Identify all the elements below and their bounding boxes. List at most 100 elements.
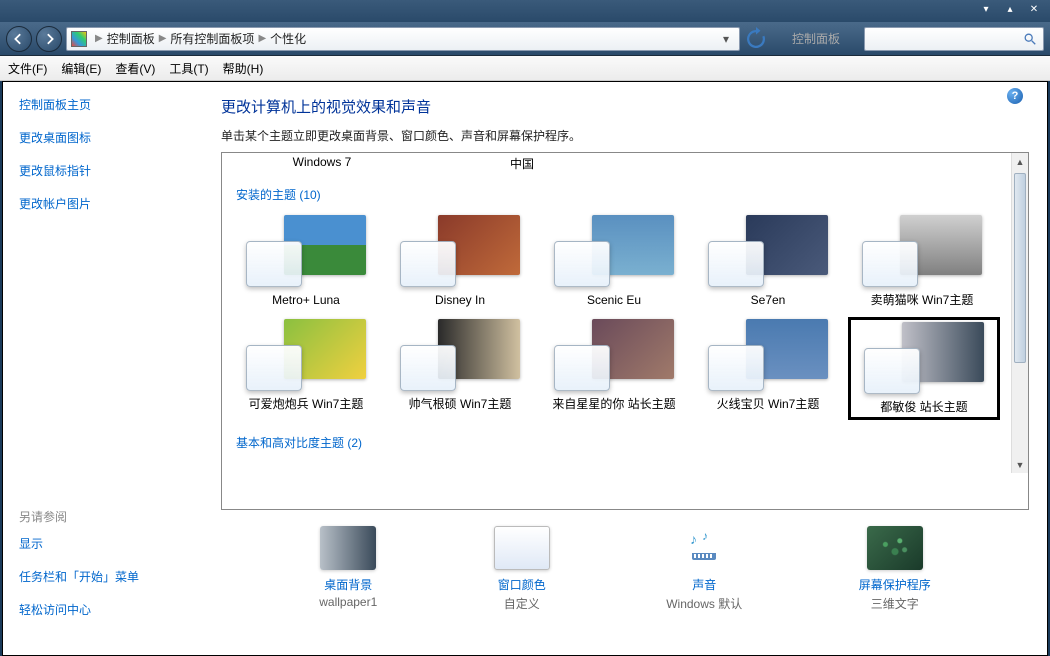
window-color-button[interactable]: 窗口颜色 自定义	[494, 526, 550, 612]
theme-preview	[554, 319, 674, 391]
scroll-thumb[interactable]	[1014, 173, 1026, 363]
theme-preview	[554, 215, 674, 287]
theme-label: Metro+ Luna	[272, 293, 340, 309]
scroll-up-arrow[interactable]: ▲	[1012, 153, 1028, 170]
theme-window-thumb	[554, 241, 610, 287]
svg-text:♪: ♪	[702, 529, 708, 543]
chevron-right-icon: ▶	[91, 33, 107, 44]
theme-preview	[862, 215, 982, 287]
sound-title: 声音	[692, 576, 716, 593]
theme-header-row: Windows 7 中国	[222, 153, 1028, 176]
sound-icon: ♪♪	[676, 526, 732, 570]
refresh-button[interactable]	[744, 27, 768, 51]
theme-item[interactable]: Metro+ Luna	[232, 213, 380, 311]
desktop-background-value: wallpaper1	[319, 595, 377, 609]
theme-item[interactable]: Scenic Eu	[540, 213, 688, 311]
chevron-right-icon: ▶	[155, 33, 171, 44]
screensaver-icon	[867, 526, 923, 570]
theme-window-thumb	[708, 241, 764, 287]
forward-button[interactable]	[36, 26, 62, 52]
theme-label: 可爱炮炮兵 Win7主题	[249, 397, 364, 413]
desktop-background-title: 桌面背景	[324, 576, 372, 593]
window-color-icon	[494, 526, 550, 570]
vertical-scrollbar[interactable]: ▲ ▼	[1011, 153, 1028, 473]
installed-themes-section: 安装的主题 (10)	[236, 186, 1018, 203]
theme-window-thumb	[246, 345, 302, 391]
theme-item[interactable]: 都敏俊 站长主题	[848, 317, 1000, 421]
svg-text:♪: ♪	[690, 531, 697, 547]
titlebar: ▾ ▴ ✕	[0, 0, 1050, 22]
back-button[interactable]	[6, 26, 32, 52]
screensaver-value: 三维文字	[871, 595, 919, 612]
theme-label: Disney In	[435, 293, 485, 309]
menu-file[interactable]: 文件(F)	[8, 60, 47, 77]
screensaver-title: 屏幕保护程序	[859, 576, 931, 593]
sound-button[interactable]: ♪♪ 声音 Windows 默认	[666, 526, 742, 612]
main-panel: 更改计算机上的视觉效果和声音 单击某个主题立即更改桌面背景、窗口颜色、声音和屏幕…	[203, 82, 1047, 655]
theme-grid: Metro+ Luna Disney In Scenic Eu Se7en 卖萌猫咪 W…	[232, 213, 1018, 420]
chevron-right-icon: ▶	[254, 33, 270, 44]
search-icon	[1023, 32, 1037, 46]
theme-preview	[708, 215, 828, 287]
close-button[interactable]: ✕	[1026, 2, 1042, 16]
minimize-button[interactable]: ▾	[978, 2, 994, 16]
navbar: ▶ 控制面板 ▶ 所有控制面板项 ▶ 个性化 ▾ 控制面板	[0, 22, 1050, 56]
breadcrumb[interactable]: ▶ 控制面板 ▶ 所有控制面板项 ▶ 个性化 ▾	[66, 27, 740, 51]
theme-window-thumb	[864, 348, 920, 394]
theme-label: 都敏俊 站长主题	[880, 400, 967, 416]
theme-label: 来自星星的你 站长主题	[552, 397, 675, 413]
breadcrumb-item[interactable]: 所有控制面板项	[170, 30, 254, 47]
theme-item[interactable]: 可爱炮炮兵 Win7主题	[232, 317, 380, 421]
page-title: 更改计算机上的视觉效果和声音	[221, 96, 1029, 117]
change-account-picture-link[interactable]: 更改帐户图片	[19, 195, 187, 212]
theme-item[interactable]: 帅气根硕 Win7主题	[386, 317, 534, 421]
basic-themes-section: 基本和高对比度主题 (2)	[236, 434, 1018, 451]
menu-view[interactable]: 查看(V)	[115, 60, 155, 77]
theme-item[interactable]: 火线宝贝 Win7主题	[694, 317, 842, 421]
menubar: 文件(F) 编辑(E) 查看(V) 工具(T) 帮助(H)	[0, 56, 1050, 81]
control-panel-home-link[interactable]: 控制面板主页	[19, 96, 187, 113]
maximize-button[interactable]: ▴	[1002, 2, 1018, 16]
see-also-label: 另请参阅	[19, 508, 187, 525]
theme-list-box: Windows 7 中国 安装的主题 (10) Metro+ Luna Disne…	[221, 152, 1029, 510]
theme-item[interactable]: 来自星星的你 站长主题	[540, 317, 688, 421]
theme-preview	[708, 319, 828, 391]
page-description: 单击某个主题立即更改桌面背景、窗口颜色、声音和屏幕保护程序。	[221, 127, 1029, 144]
control-panel-icon	[71, 31, 87, 47]
header-windows7: Windows 7	[222, 155, 422, 172]
change-desktop-icons-link[interactable]: 更改桌面图标	[19, 129, 187, 146]
theme-label: Scenic Eu	[587, 293, 641, 309]
window-color-title: 窗口颜色	[498, 576, 546, 593]
theme-item[interactable]: Disney In	[386, 213, 534, 311]
scroll-down-arrow[interactable]: ▼	[1012, 456, 1028, 473]
change-mouse-pointers-link[interactable]: 更改鼠标指针	[19, 162, 187, 179]
sound-value: Windows 默认	[666, 595, 742, 612]
breadcrumb-item[interactable]: 个性化	[270, 30, 306, 47]
theme-window-thumb	[708, 345, 764, 391]
breadcrumb-dropdown-icon[interactable]: ▾	[717, 32, 735, 46]
breadcrumb-item[interactable]: 控制面板	[107, 30, 155, 47]
desktop-background-button[interactable]: 桌面背景 wallpaper1	[319, 526, 377, 612]
theme-preview	[246, 215, 366, 287]
taskbar-link[interactable]: 任务栏和「开始」菜单	[19, 568, 187, 585]
display-link[interactable]: 显示	[19, 535, 187, 552]
ease-of-access-link[interactable]: 轻松访问中心	[19, 601, 187, 618]
desktop-background-icon	[320, 526, 376, 570]
window-color-value: 自定义	[504, 595, 540, 612]
theme-item[interactable]: Se7en	[694, 213, 842, 311]
theme-window-thumb	[246, 241, 302, 287]
content-area: ? 控制面板主页 更改桌面图标 更改鼠标指针 更改帐户图片 另请参阅 显示 任务…	[2, 81, 1048, 656]
bottom-settings-row: 桌面背景 wallpaper1 窗口颜色 自定义 ♪♪ 声音 Windows 默…	[221, 510, 1029, 612]
theme-item[interactable]: 卖萌猫咪 Win7主题	[848, 213, 996, 311]
theme-preview	[400, 319, 520, 391]
menu-tools[interactable]: 工具(T)	[169, 60, 208, 77]
search-input[interactable]	[864, 27, 1044, 51]
theme-label: 帅气根硕 Win7主题	[409, 397, 512, 413]
menu-edit[interactable]: 编辑(E)	[61, 60, 101, 77]
window-title: 控制面板	[772, 30, 860, 47]
menu-help[interactable]: 帮助(H)	[223, 60, 264, 77]
theme-preview	[400, 215, 520, 287]
theme-label: 卖萌猫咪 Win7主题	[871, 293, 974, 309]
sidebar: ? 控制面板主页 更改桌面图标 更改鼠标指针 更改帐户图片 另请参阅 显示 任务…	[3, 82, 203, 655]
screensaver-button[interactable]: 屏幕保护程序 三维文字	[859, 526, 931, 612]
